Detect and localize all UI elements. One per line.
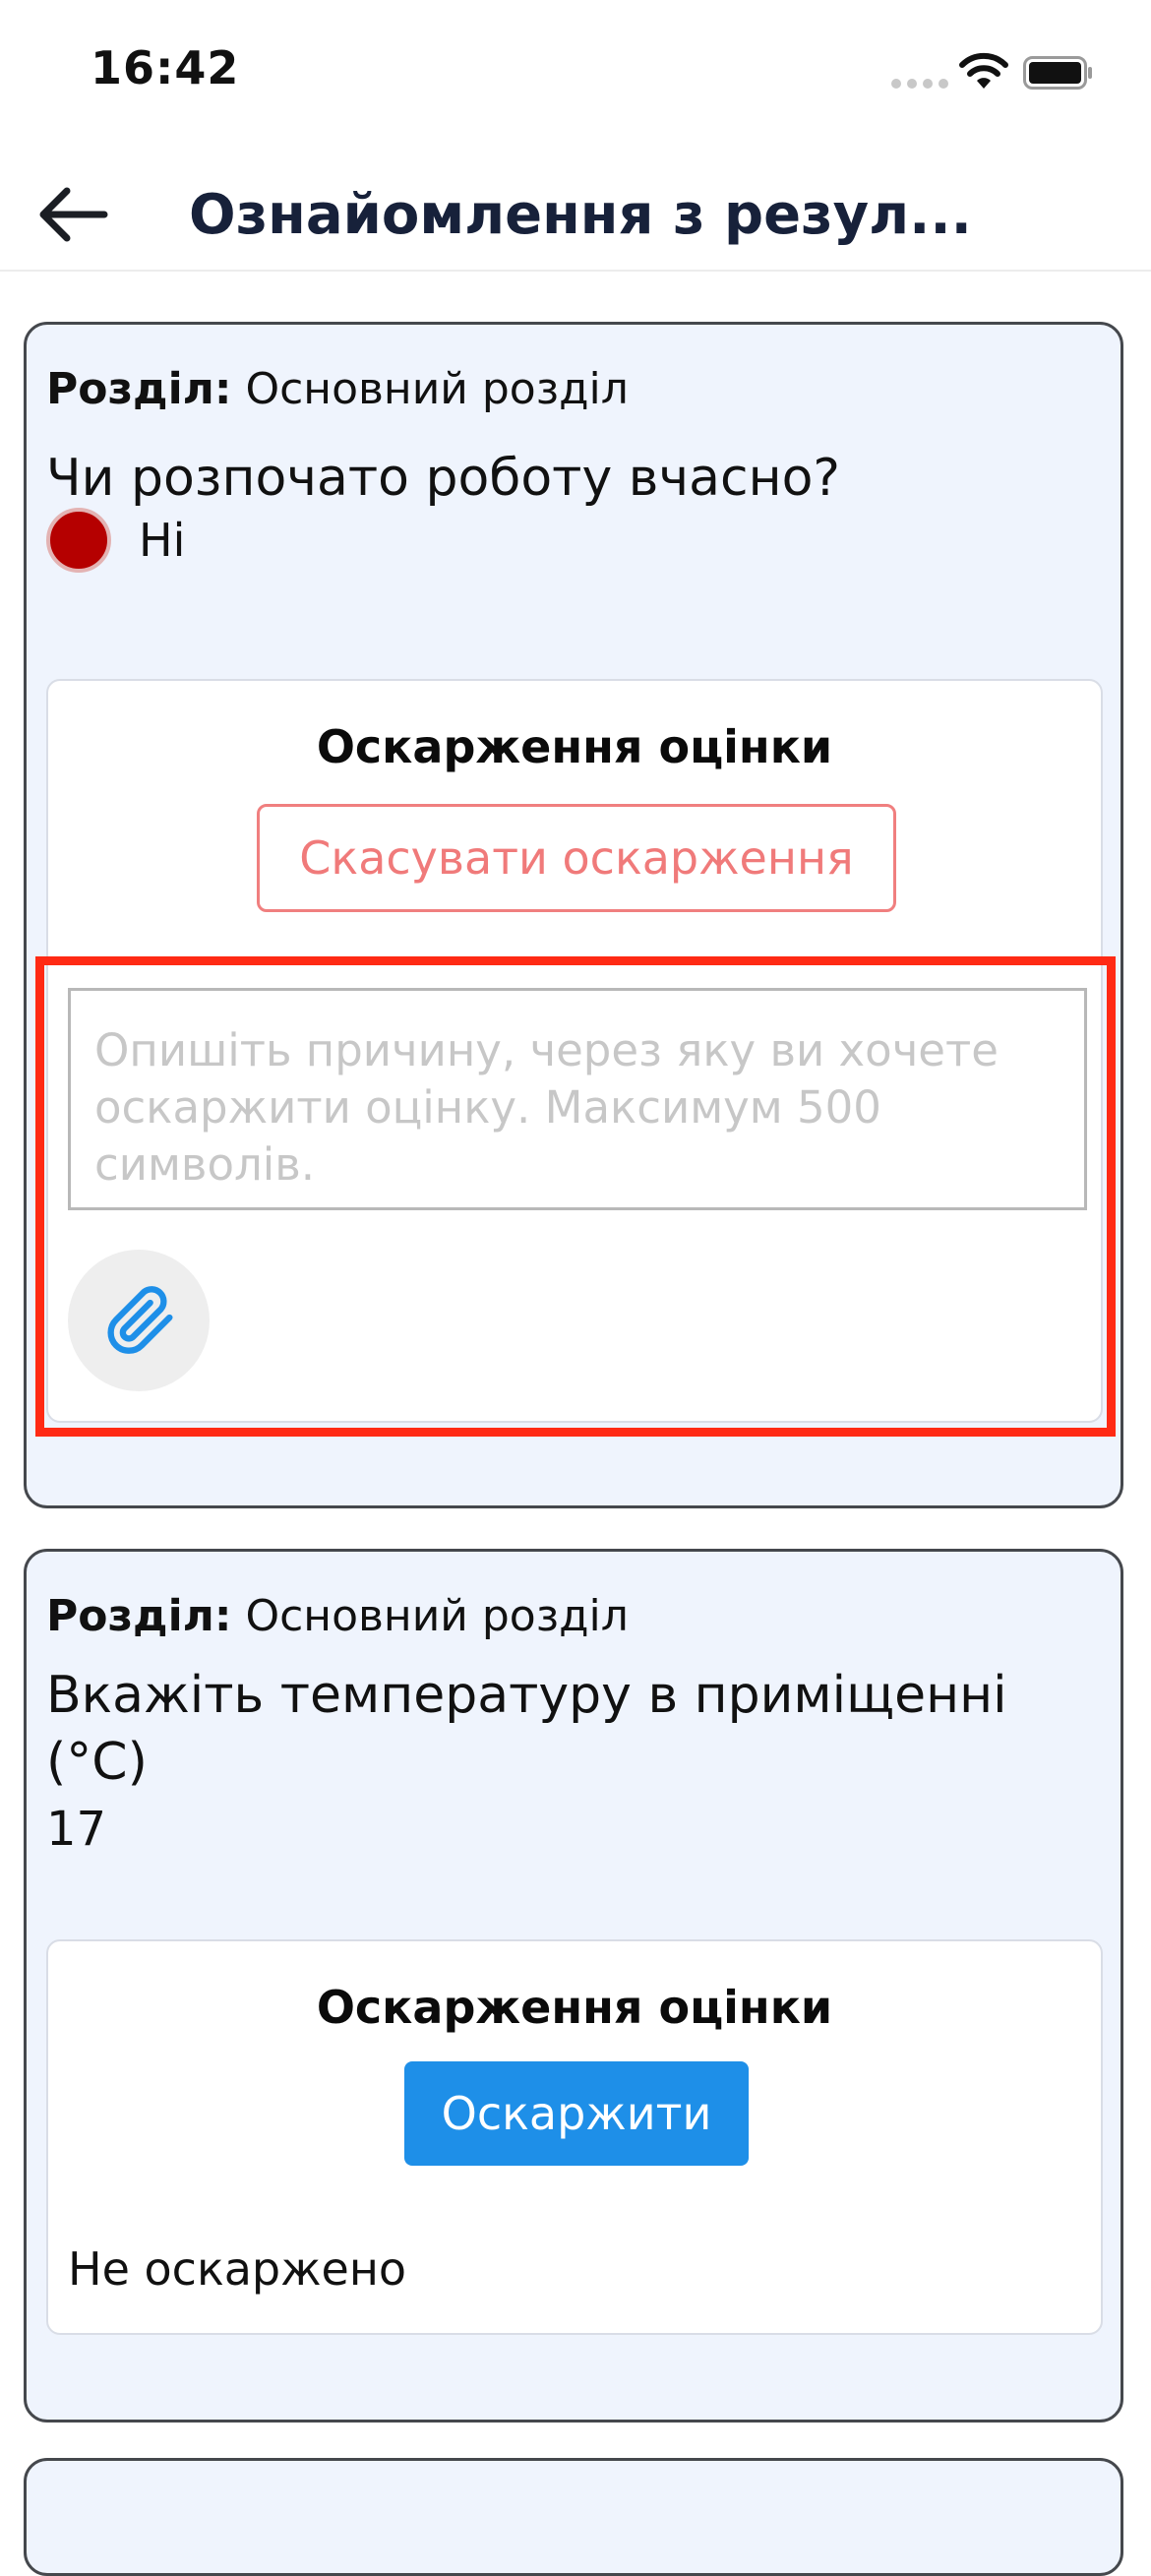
appeal-panel: Оскарження оцінки Оскаржити Не оскаржено bbox=[46, 1939, 1103, 2335]
appeal-title: Оскарження оцінки bbox=[316, 1981, 833, 2034]
answer-row: Ні bbox=[46, 508, 185, 573]
appeal-reason-input[interactable]: Опишіть причину, через яку ви хочете оск… bbox=[68, 988, 1087, 1210]
status-time: 16:42 bbox=[91, 41, 240, 94]
appeal-title: Оскарження оцінки bbox=[316, 720, 833, 773]
answer-status-dot bbox=[46, 508, 111, 573]
appeal-panel: Оскарження оцінки Скасувати оскарження О… bbox=[46, 679, 1103, 1423]
back-button[interactable] bbox=[35, 185, 110, 244]
question-text: Вкажіть температуру в приміщенні (°C) bbox=[46, 1666, 1007, 1792]
signal-icon bbox=[891, 79, 948, 89]
appeal-button[interactable]: Оскаржити bbox=[404, 2061, 749, 2166]
status-bar: 16:42 bbox=[0, 0, 1151, 148]
attach-file-button[interactable] bbox=[68, 1250, 210, 1391]
section-value: Основний розділ bbox=[245, 1591, 629, 1641]
section-line: Розділ: Основний розділ bbox=[46, 1591, 629, 1641]
page-title: Ознайомлення з резул... bbox=[189, 183, 972, 247]
appeal-status: Не оскаржено bbox=[68, 2242, 407, 2296]
wifi-icon bbox=[959, 52, 1008, 89]
cancel-appeal-button[interactable]: Скасувати оскарження bbox=[257, 804, 896, 912]
question-text: Чи розпочато роботу вчасно? bbox=[46, 449, 841, 508]
answer-text: Ні bbox=[139, 514, 186, 567]
battery-icon bbox=[1023, 56, 1092, 90]
section-value: Основний розділ bbox=[245, 364, 629, 414]
question-card bbox=[24, 2458, 1123, 2576]
section-line: Розділ: Основний розділ bbox=[46, 364, 629, 414]
section-label: Розділ: bbox=[46, 364, 232, 414]
answer-value: 17 bbox=[46, 1802, 107, 1857]
question-card: Розділ: Основний розділ Чи розпочато роб… bbox=[24, 322, 1123, 1508]
arrow-left-icon bbox=[39, 187, 108, 242]
paperclip-icon bbox=[107, 1286, 173, 1354]
section-label: Розділ: bbox=[46, 1591, 232, 1641]
question-card: Розділ: Основний розділ Вкажіть температ… bbox=[24, 1549, 1123, 2423]
app-header: Ознайомлення з резул... bbox=[0, 148, 1151, 272]
